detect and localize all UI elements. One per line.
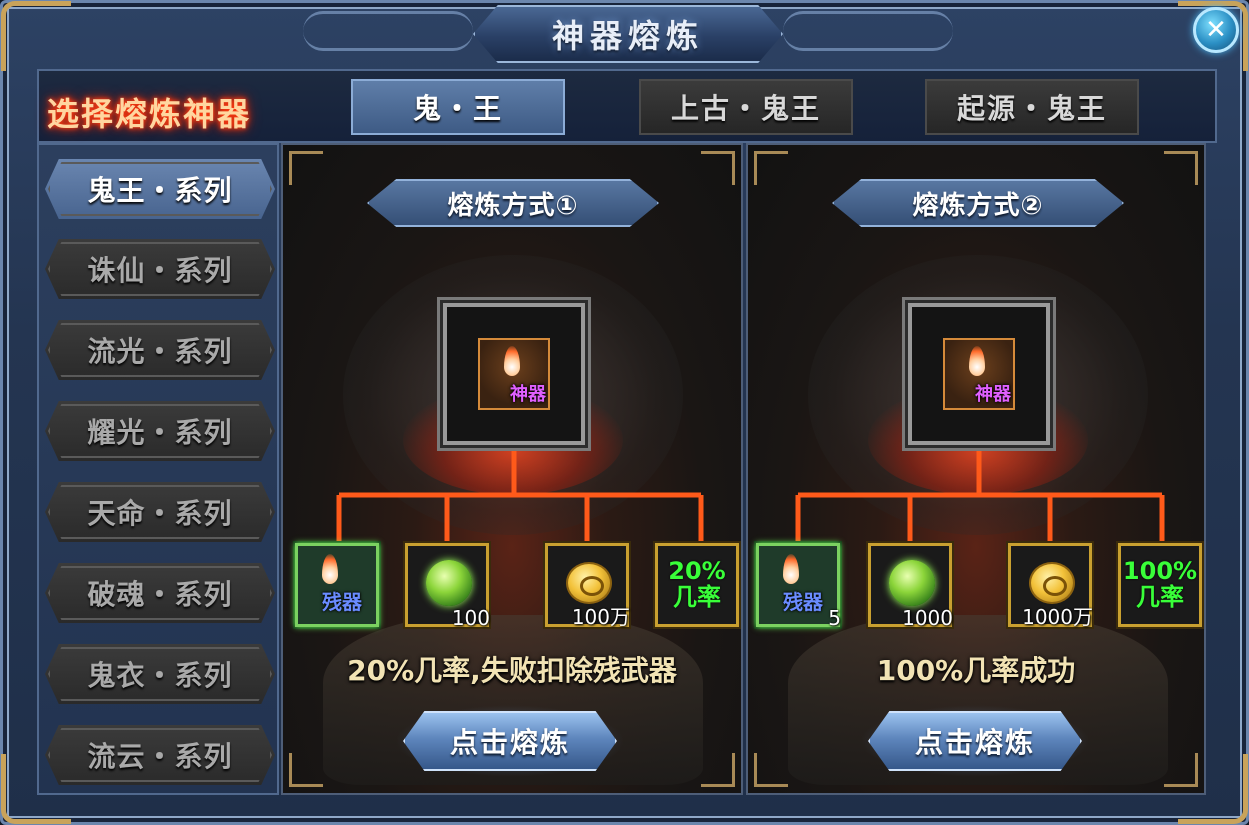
title-wing-ornament xyxy=(303,11,473,51)
artifact-label: 神器 xyxy=(510,384,546,405)
artifact-select-bar: 选择熔炼神器 鬼・王 上古・鬼王 起源・鬼王 xyxy=(37,69,1217,143)
flame-icon xyxy=(783,554,799,584)
material-link-lines xyxy=(795,445,1165,543)
corner-ornament xyxy=(1,1,71,71)
sidebar-item-tian-ming[interactable]: 天命・系列 xyxy=(45,482,275,542)
sidebar-item-gui-yi[interactable]: 鬼衣・系列 xyxy=(45,644,275,704)
smelt-window: 神器熔炼 ✕ 选择熔炼神器 鬼・王 上古・鬼王 起源・鬼王 鬼王・系列 诛仙・系… xyxy=(0,0,1249,825)
sidebar-item-label: 鬼王・系列 xyxy=(87,174,233,207)
sidebar-item-label: 天命・系列 xyxy=(87,497,233,530)
rate-label: 几率 xyxy=(673,583,721,611)
green-orb-icon xyxy=(889,560,935,606)
rate-value: 100% xyxy=(1122,557,1198,585)
sidebar-item-gui-wang[interactable]: 鬼王・系列 xyxy=(45,159,275,219)
fragment-label: 残器 xyxy=(783,590,823,614)
coin-slot[interactable]: 100万 xyxy=(545,543,630,629)
orb-slot[interactable]: 100 xyxy=(405,543,490,630)
title-wing-ornament xyxy=(783,11,953,51)
coin-count: 1000万 xyxy=(1022,605,1093,629)
sidebar-item-liu-guang[interactable]: 流光・系列 xyxy=(45,320,275,380)
orb-slot[interactable]: 1000 xyxy=(868,543,953,630)
method-description: 100%几率成功 xyxy=(876,654,1076,687)
sidebar-item-label: 鬼衣・系列 xyxy=(87,659,233,692)
fragment-count: 5 xyxy=(828,606,841,630)
coin-count: 100万 xyxy=(571,605,630,629)
sidebar-item-label: 破魂・系列 xyxy=(87,578,233,611)
smelt-button[interactable]: 点击熔炼 xyxy=(868,711,1082,771)
sidebar-item-liu-yun[interactable]: 流云・系列 xyxy=(45,725,275,785)
flame-icon xyxy=(322,554,338,584)
gold-coin-icon xyxy=(1029,562,1075,604)
close-icon: ✕ xyxy=(1205,15,1227,45)
rate-slot[interactable]: 20% 几率 xyxy=(655,543,739,627)
close-button[interactable]: ✕ xyxy=(1193,7,1239,53)
target-artifact-frame[interactable]: 神器 xyxy=(443,303,585,445)
success-rate: 100% 几率 xyxy=(1121,558,1199,610)
sidebar-item-label: 诛仙・系列 xyxy=(87,254,233,287)
rate-value: 20% xyxy=(668,557,726,585)
method-description: 20%几率,失败扣除残武器 xyxy=(347,654,677,687)
flame-icon xyxy=(969,346,985,376)
series-sidebar: 鬼王・系列 诛仙・系列 流光・系列 耀光・系列 天命・系列 破魂・系列 鬼衣・系… xyxy=(37,143,279,795)
orb-count: 1000 xyxy=(902,606,953,630)
tab-shanggu-gui-wang[interactable]: 上古・鬼王 xyxy=(639,79,853,135)
sidebar-item-zhu-xian[interactable]: 诛仙・系列 xyxy=(45,239,275,299)
rate-label: 几率 xyxy=(1136,583,1184,611)
tab-gui-wang[interactable]: 鬼・王 xyxy=(351,79,565,135)
smelt-method-panel-2: 熔炼方式② 神器 残器 5 1000 1000万 100% 几率 100%几率成… xyxy=(746,143,1206,795)
sidebar-item-po-hun[interactable]: 破魂・系列 xyxy=(45,563,275,623)
sidebar-item-yao-guang[interactable]: 耀光・系列 xyxy=(45,401,275,461)
green-orb-icon xyxy=(426,560,472,606)
fragment-slot[interactable]: 残器 5 xyxy=(756,543,841,630)
sidebar-item-label: 流光・系列 xyxy=(87,335,233,368)
orb-count: 100 xyxy=(451,606,490,630)
smelt-method-panel-1: 熔炼方式① 神器 残器 100 100万 20% 几率 20%几率,失败扣除残武… xyxy=(281,143,743,795)
artifact-slot: 神器 xyxy=(943,338,1015,410)
coin-slot[interactable]: 1000万 xyxy=(1008,543,1093,629)
fragment-label: 残器 xyxy=(322,590,362,614)
sidebar-item-label: 耀光・系列 xyxy=(87,416,233,449)
smelt-button[interactable]: 点击熔炼 xyxy=(403,711,617,771)
select-artifact-label: 选择熔炼神器 xyxy=(47,95,252,133)
rate-slot[interactable]: 100% 几率 xyxy=(1118,543,1202,627)
sidebar-item-label: 流云・系列 xyxy=(87,740,233,773)
tab-qiyuan-gui-wang[interactable]: 起源・鬼王 xyxy=(925,79,1139,135)
material-link-lines xyxy=(336,445,704,543)
artifact-label: 神器 xyxy=(975,384,1011,405)
artifact-slot: 神器 xyxy=(478,338,550,410)
window-title-plate: 神器熔炼 xyxy=(473,5,783,63)
gold-coin-icon xyxy=(566,562,612,604)
target-artifact-frame[interactable]: 神器 xyxy=(908,303,1050,445)
flame-icon xyxy=(504,346,520,376)
fragment-slot[interactable]: 残器 xyxy=(295,543,379,627)
window-title: 神器熔炼 xyxy=(551,17,704,55)
success-rate: 20% 几率 xyxy=(658,558,736,610)
